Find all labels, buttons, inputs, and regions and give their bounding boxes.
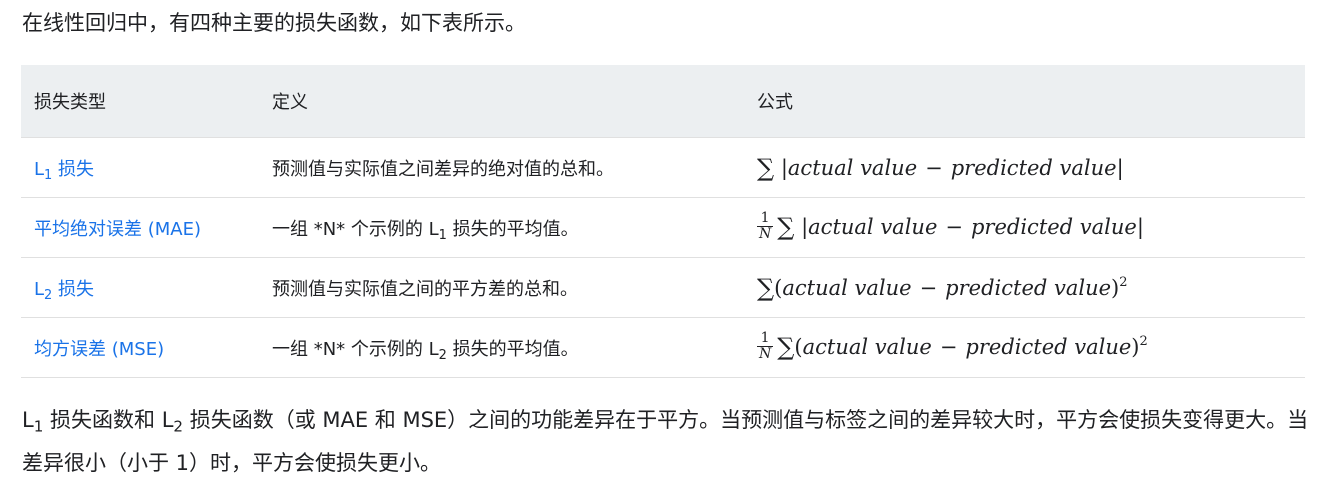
outro-mid: 损失函数和 <box>43 408 162 432</box>
l2-letter: L <box>161 408 174 432</box>
definition-cell: 一组 *N* 个示例的 L2 损失的平均值。 <box>259 317 744 378</box>
formula: 1 N ∑ |actual value − predicted value| <box>757 211 1144 242</box>
outro-paragraph: L1 损失函数和 L2 损失函数（或 MAE 和 MSE）之间的功能差异在于平方… <box>22 399 1312 485</box>
header-formula: 公式 <box>744 65 1305 138</box>
l1-subscript: 1 <box>33 417 44 436</box>
outro-rest: 损失函数（或 MAE 和 MSE）之间的功能差异在于平方。当预测值与标签之间的差… <box>22 408 1309 475</box>
minus-sign: − <box>925 155 943 180</box>
type-prefix: 平均绝对误差 (MAE) <box>34 218 201 240</box>
term-actual: actual value <box>787 155 918 180</box>
table-row: L1 损失 预测值与实际值之间差异的绝对值的总和。 ∑ |actual valu… <box>21 137 1305 198</box>
formula: ∑(actual value − predicted value)2 <box>757 273 1128 302</box>
loss-type-cell: 均方误差 (MSE) <box>21 317 259 378</box>
formula: ∑ |actual value − predicted value| <box>757 153 1124 182</box>
definition-subscript: 2 <box>438 347 447 363</box>
fraction-numerator: 1 <box>757 211 774 227</box>
formula: 1 N ∑(actual value − predicted value)2 <box>757 331 1148 362</box>
term-predicted: predicted value <box>950 155 1117 180</box>
formula-cell: ∑(actual value − predicted value)2 <box>744 257 1305 318</box>
formula-open: ( <box>794 335 803 359</box>
exponent: 2 <box>1119 274 1128 290</box>
fraction: 1N <box>757 211 774 242</box>
fraction-denominator: N <box>759 346 772 362</box>
type-suffix: 损失 <box>52 278 95 300</box>
type-prefix: L <box>34 158 45 180</box>
loss-type-cell: 平均绝对误差 (MAE) <box>21 197 259 258</box>
definition-text: 预测值与实际值之间的平方差的总和。 <box>272 278 578 300</box>
definition-text: 预测值与实际值之间差异的绝对值的总和。 <box>272 158 614 180</box>
l1-loss-link[interactable]: L1 损失 <box>34 158 95 182</box>
definition-cell: 一组 *N* 个示例的 L1 损失的平均值。 <box>259 197 744 258</box>
definition-subscript: 1 <box>438 227 447 243</box>
term-predicted: predicted value <box>970 215 1137 239</box>
term-actual: actual value <box>802 335 932 359</box>
definition-text: 一组 *N* 个示例的 L <box>272 338 439 360</box>
type-prefix: L <box>34 278 45 300</box>
header-loss-type: 损失类型 <box>21 65 259 138</box>
loss-function-table: 损失类型 定义 公式 L1 损失 预测值与实际值之间差异的绝对值的总和。 ∑ |… <box>21 65 1305 378</box>
l2-subscript: 2 <box>173 417 184 436</box>
formula-close: | <box>1116 155 1124 180</box>
type-suffix: 损失 <box>52 158 95 180</box>
mse-link[interactable]: 均方误差 (MSE) <box>34 339 164 360</box>
l2-loss-link[interactable]: L2 损失 <box>34 278 95 302</box>
intro-paragraph: 在线性回归中，有四种主要的损失函数，如下表所示。 <box>22 11 526 35</box>
formula-cell: 1 N ∑ |actual value − predicted value| <box>744 197 1305 258</box>
term-actual: actual value <box>808 215 938 239</box>
table-row: 平均绝对误差 (MAE) 一组 *N* 个示例的 L1 损失的平均值。 1 N ∑ … <box>21 197 1305 258</box>
definition-text-end: 损失的平均值。 <box>446 338 579 360</box>
definition-text: 一组 *N* 个示例的 L <box>272 218 439 240</box>
fraction-numerator: 1 <box>757 331 774 347</box>
mae-link[interactable]: 平均绝对误差 (MAE) <box>34 219 201 240</box>
sum-symbol: ∑ <box>777 333 795 361</box>
loss-type-cell: L1 损失 <box>21 137 259 198</box>
term-predicted: predicted value <box>965 335 1132 359</box>
loss-type-cell: L2 损失 <box>21 257 259 318</box>
fraction-denominator: N <box>759 226 772 242</box>
minus-sign: − <box>945 215 963 239</box>
definition-cell: 预测值与实际值之间的平方差的总和。 <box>259 257 744 318</box>
term-predicted: predicted value <box>945 275 1112 300</box>
table-row: L2 损失 预测值与实际值之间的平方差的总和。 ∑(actual value − p… <box>21 257 1305 318</box>
formula-close: | <box>1136 215 1144 239</box>
definition-cell: 预测值与实际值之间差异的绝对值的总和。 <box>259 137 744 198</box>
fraction: 1N <box>757 331 774 362</box>
exponent: 2 <box>1139 333 1148 349</box>
formula-cell: ∑ |actual value − predicted value| <box>744 137 1305 198</box>
table-header-row: 损失类型 定义 公式 <box>21 65 1305 138</box>
formula-close: ) <box>1131 335 1140 359</box>
header-definition: 定义 <box>259 65 744 138</box>
minus-sign: − <box>919 275 938 300</box>
l1-letter: L <box>22 408 34 432</box>
sum-symbol: ∑ <box>757 273 775 302</box>
sum-symbol: ∑ <box>757 153 775 182</box>
type-prefix: 均方误差 (MSE) <box>34 338 165 360</box>
minus-sign: − <box>939 335 958 359</box>
definition-text-end: 损失的平均值。 <box>446 218 579 240</box>
formula-open: | <box>780 155 788 180</box>
table-row: 均方误差 (MSE) 一组 *N* 个示例的 L2 损失的平均值。 1 N ∑(ac… <box>21 317 1305 378</box>
sum-symbol: ∑ <box>777 213 795 241</box>
formula-cell: 1 N ∑(actual value − predicted value)2 <box>744 317 1305 378</box>
term-actual: actual value <box>782 275 912 300</box>
